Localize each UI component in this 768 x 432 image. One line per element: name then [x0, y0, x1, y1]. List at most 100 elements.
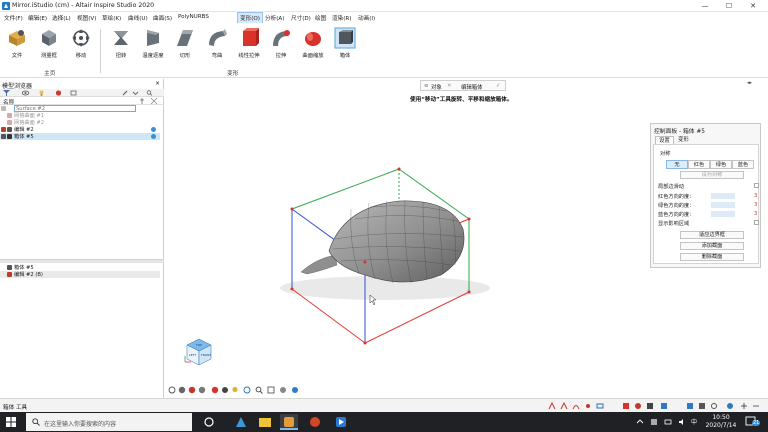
taskbar-app-inspire[interactable] — [232, 414, 250, 430]
tray-chevron-icon[interactable] — [636, 418, 644, 426]
local-slide-checkbox[interactable] — [754, 183, 759, 188]
taskbar-search-box[interactable]: 在这里输入你要搜索的内容 — [26, 413, 192, 431]
control-point[interactable] — [290, 287, 294, 291]
menu-curve[interactable]: 曲线(U) — [126, 13, 150, 23]
chevron-down-icon[interactable] — [132, 90, 139, 96]
expand-icon[interactable] — [151, 98, 157, 104]
shear-button[interactable]: 切形 — [170, 27, 200, 59]
pan-icon[interactable] — [178, 386, 186, 394]
green-degree-slider[interactable] — [711, 202, 735, 208]
environment-icon[interactable] — [211, 386, 219, 394]
menu-select[interactable]: 选择(L) — [50, 13, 73, 23]
menu-animation[interactable]: 动画(I) — [356, 13, 377, 23]
taskbar-app-explorer[interactable] — [256, 414, 274, 430]
menu-drawing[interactable]: 绘图 — [313, 13, 328, 23]
layers-icon[interactable] — [70, 90, 77, 96]
menu-analysis[interactable]: 分析(A) — [263, 13, 286, 23]
box-toggle-icon[interactable] — [660, 402, 668, 410]
menu-edit[interactable]: 编辑(E) — [26, 13, 49, 23]
measure-box-button[interactable]: 测量框 — [34, 27, 64, 59]
windows-start-icon[interactable] — [6, 417, 16, 427]
close-button[interactable]: ✕ — [742, 0, 764, 12]
sphere-icon[interactable] — [634, 402, 642, 410]
control-point[interactable] — [467, 290, 471, 294]
snap-plane-icon[interactable] — [596, 402, 604, 410]
menu-view[interactable]: 视图(V) — [75, 13, 98, 23]
twist-button[interactable]: 扭转 — [106, 27, 136, 59]
snap-point-icon[interactable] — [584, 402, 592, 410]
taskbar-clock[interactable]: 10:50 2020/7/14 — [704, 414, 738, 430]
snap-icon[interactable] — [548, 402, 556, 410]
light-icon[interactable] — [38, 90, 45, 96]
visibility-icon[interactable] — [22, 90, 29, 96]
green-degree-value[interactable]: 3 — [754, 202, 757, 208]
material-icon[interactable] — [55, 90, 62, 96]
rename-input[interactable]: Surface #2 — [14, 105, 136, 112]
symmetry-blue-option[interactable]: 蓝色 — [732, 160, 754, 169]
stretch-button[interactable]: 拉伸 — [266, 27, 296, 59]
add-section-button[interactable]: 添加截面 — [680, 242, 744, 250]
help-icon[interactable] — [726, 402, 734, 410]
menu-sketch[interactable]: 草绘(K) — [100, 13, 123, 23]
camera-icon[interactable] — [221, 386, 229, 394]
history-item-box-5[interactable]: 箱体 #5 — [0, 264, 160, 271]
volume-icon[interactable] — [678, 418, 686, 426]
panel-splitter[interactable] — [0, 259, 164, 263]
search-icon[interactable] — [146, 90, 153, 96]
blue-degree-value[interactable]: 3 — [754, 211, 757, 217]
linear-stretch-button[interactable]: 线性拉伸 — [234, 27, 264, 59]
red-degree-value[interactable]: 3 — [754, 193, 757, 199]
tree-item-box-5[interactable]: 箱体 #5 — [0, 133, 160, 140]
zoom-icon[interactable] — [255, 386, 263, 394]
menu-dimension[interactable]: 尺寸(D) — [289, 13, 313, 23]
bend-button[interactable]: 弯曲 — [202, 27, 232, 59]
3d-viewport[interactable]: ≡ 对象 ✕ 编辑箱体 ✓ 使用“移动”工具旋转、平移和缩放箱体。 ◂▸ TOP… — [165, 79, 768, 398]
tab-settings[interactable]: 设置 — [655, 136, 674, 144]
view-cube[interactable]: TOP LEFT FRONT — [179, 335, 215, 369]
grid-icon[interactable] — [279, 386, 287, 394]
history-item-edit-2[interactable]: 编辑 #2 (B) — [0, 271, 160, 278]
rename-row[interactable]: Surface #2 — [0, 105, 160, 112]
taskbar-task-view[interactable] — [200, 414, 218, 430]
red-degree-slider[interactable] — [711, 193, 735, 199]
viewport-options-icon[interactable]: ◂▸ — [747, 80, 752, 86]
section-icon[interactable] — [291, 386, 299, 394]
file-tool-button[interactable]: 文件 — [2, 27, 32, 59]
menu-render[interactable]: 渲染(R) — [330, 13, 353, 23]
box-deform-button[interactable]: 箱体 — [330, 27, 360, 59]
menu-polynurbs[interactable]: PolyNURBS — [176, 13, 211, 21]
control-point[interactable] — [397, 167, 401, 171]
filter-icon[interactable] — [3, 90, 10, 96]
move-tool-button[interactable]: 移动 — [66, 27, 96, 59]
units-icon[interactable] — [686, 402, 694, 410]
taskbar-app-studio[interactable] — [280, 414, 298, 430]
render-icon[interactable] — [198, 386, 206, 394]
more-icon[interactable] — [752, 402, 760, 410]
fit-bounding-box-button[interactable]: 适应边界框 — [680, 231, 744, 239]
symmetry-none-option[interactable]: 无 — [666, 160, 688, 169]
layout-icon[interactable] — [698, 402, 706, 410]
show-region-checkbox[interactable] — [754, 220, 759, 225]
wireframe-icon[interactable] — [243, 386, 251, 394]
close-panel-icon[interactable]: × — [155, 80, 160, 87]
tree-item-edit-2[interactable]: 编辑 #2 — [0, 126, 160, 133]
minimize-button[interactable]: — — [694, 0, 716, 12]
symmetry-red-option[interactable]: 红色 — [688, 160, 710, 169]
tree-item-mesh-surface-1[interactable]: 网格曲面 #1 — [0, 112, 160, 119]
control-point[interactable] — [363, 260, 367, 264]
orbit-icon[interactable] — [168, 386, 176, 394]
menu-surface[interactable]: 曲面(S) — [151, 13, 174, 23]
delete-section-button[interactable]: 删除截面 — [680, 253, 744, 261]
snap-curve-icon[interactable] — [572, 402, 580, 410]
shading-icon[interactable] — [188, 386, 196, 394]
tab-deform[interactable]: 变形 — [675, 136, 692, 144]
control-point[interactable] — [467, 217, 471, 221]
network-icon[interactable] — [664, 418, 672, 426]
control-point[interactable] — [290, 207, 294, 211]
menu-file[interactable]: 文件(F) — [2, 13, 25, 23]
taper-button[interactable]: 温度逐度 — [138, 27, 168, 59]
workplane-icon[interactable] — [622, 402, 630, 410]
mirror-axis-icon[interactable] — [740, 402, 748, 410]
blue-degree-slider[interactable] — [711, 211, 735, 217]
notification-center[interactable]: 21 — [744, 415, 762, 429]
